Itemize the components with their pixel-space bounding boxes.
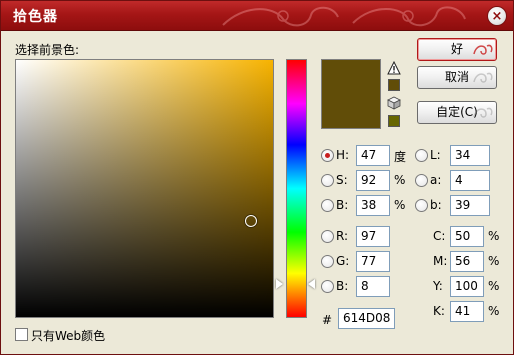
hex-label: # (322, 313, 333, 327)
cancel-button[interactable]: 取消 (417, 66, 497, 89)
close-icon: × (491, 8, 503, 24)
title-bar[interactable]: 拾色器 × (1, 1, 513, 31)
hue-slider[interactable] (286, 59, 307, 318)
radio-hue[interactable] (321, 149, 334, 162)
radio-lightness[interactable] (415, 149, 428, 162)
lab-a-input[interactable]: 4 (450, 170, 490, 191)
hex-input[interactable]: 614D08 (338, 308, 395, 329)
yellow-label: Y: (433, 279, 443, 293)
radio-lab-a[interactable] (415, 174, 428, 187)
hue-unit: 度 (394, 150, 407, 164)
title-swirl-decoration (222, 6, 466, 27)
magenta-label: M: (433, 254, 448, 268)
gamut-warning-swatch[interactable] (388, 79, 400, 91)
swirl-decoration-icon (473, 44, 493, 55)
radio-blue[interactable] (321, 280, 334, 293)
swirl-decoration-icon (473, 107, 493, 118)
hue-input[interactable]: 47 (356, 145, 390, 166)
saturation-brightness-field[interactable] (15, 59, 274, 318)
warning-triangle-icon[interactable] (387, 61, 401, 75)
hue-label: H: (336, 148, 350, 162)
ok-button[interactable]: 好 (417, 38, 497, 61)
web-colors-only-label[interactable]: 只有Web颜色 (31, 327, 105, 344)
foreground-label: 选择前景色: (15, 43, 80, 57)
blue-label: B: (336, 279, 349, 293)
ok-button-label: 好 (450, 42, 463, 56)
magenta-unit: % (488, 254, 500, 268)
window-title: 拾色器 (13, 9, 58, 25)
saturation-unit: % (394, 173, 406, 187)
cyan-input[interactable]: 50 (450, 226, 484, 247)
red-label: R: (336, 229, 349, 243)
close-button[interactable]: × (487, 6, 507, 26)
radio-saturation[interactable] (321, 174, 334, 187)
custom-colors-button[interactable]: 自定(C) (417, 101, 497, 124)
cube-icon[interactable] (387, 96, 401, 110)
hue-slider-handle-right[interactable] (308, 279, 315, 289)
radio-lab-b[interactable] (415, 199, 428, 212)
web-safe-swatch[interactable] (388, 115, 400, 127)
black-label: K: (433, 304, 445, 318)
saturation-label: S: (336, 173, 348, 187)
brightness-input[interactable]: 38 (356, 195, 390, 216)
lab-l-input[interactable]: 34 (450, 145, 490, 166)
lab-a-label: a: (430, 173, 442, 187)
color-picker-dialog: 拾色器 × 选择前景色: 好 取消 自定(C) H: 47 度 S: 92 % … (0, 0, 514, 355)
brightness-label: B: (336, 198, 349, 212)
red-input[interactable]: 97 (356, 226, 390, 247)
radio-green[interactable] (321, 255, 334, 268)
black-unit: % (488, 304, 500, 318)
cyan-unit: % (488, 229, 500, 243)
new-color-swatch (321, 59, 381, 97)
lab-b-label: b: (430, 198, 442, 212)
cyan-label: C: (433, 229, 446, 243)
green-input[interactable]: 77 (356, 251, 390, 272)
current-color-swatch[interactable] (321, 97, 381, 129)
black-input[interactable]: 41 (450, 301, 484, 322)
magenta-input[interactable]: 56 (450, 251, 484, 272)
green-label: G: (336, 254, 350, 268)
lab-b-input[interactable]: 39 (450, 195, 490, 216)
color-field-marker[interactable] (245, 215, 257, 227)
hue-slider-handle-left[interactable] (276, 279, 283, 289)
lab-l-label: L: (430, 148, 441, 162)
yellow-input[interactable]: 100 (450, 276, 484, 297)
yellow-unit: % (488, 279, 500, 293)
blue-input[interactable]: 8 (356, 276, 390, 297)
saturation-input[interactable]: 92 (356, 170, 390, 191)
brightness-unit: % (394, 198, 406, 212)
swirl-decoration-icon (473, 72, 493, 83)
radio-brightness[interactable] (321, 199, 334, 212)
web-colors-only-checkbox[interactable] (15, 328, 28, 341)
cancel-button-label: 取消 (444, 70, 469, 84)
radio-red[interactable] (321, 230, 334, 243)
